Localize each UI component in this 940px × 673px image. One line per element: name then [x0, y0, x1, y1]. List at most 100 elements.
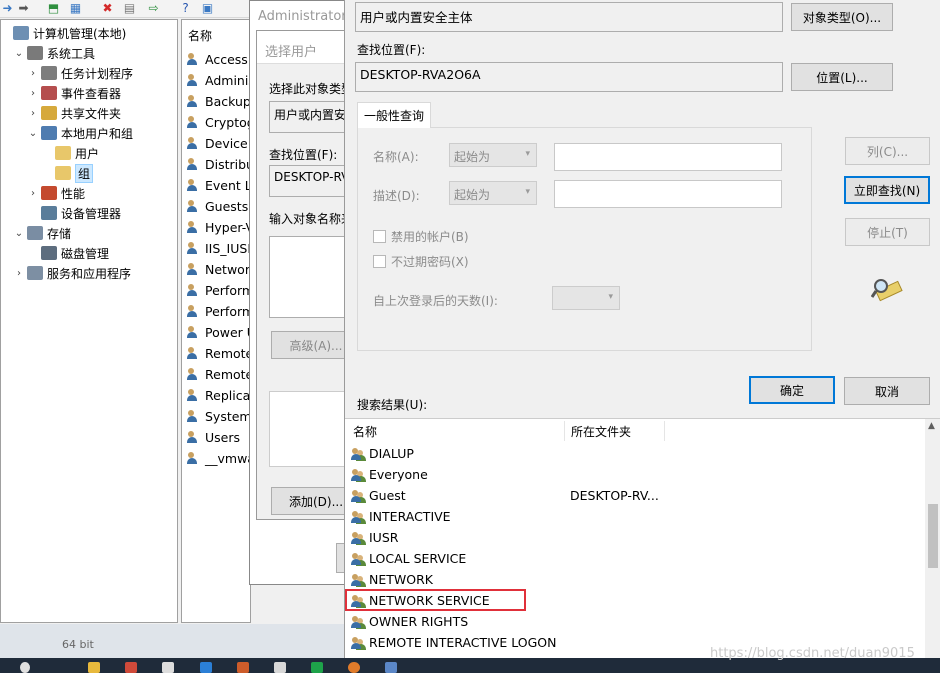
- group-row[interactable]: Backup: [187, 91, 250, 111]
- group-row[interactable]: Access: [187, 49, 248, 69]
- result-row[interactable]: LOCAL SERVICE: [351, 548, 466, 569]
- group-row[interactable]: Networ: [187, 259, 250, 279]
- tree-item[interactable]: 磁盘管理: [27, 243, 109, 263]
- highlight-box: [345, 589, 526, 611]
- edge-icon[interactable]: [200, 662, 212, 673]
- tree-item[interactable]: 组: [41, 163, 94, 183]
- result-row[interactable]: DIALUP: [351, 443, 414, 464]
- group-row[interactable]: Remote: [187, 343, 250, 363]
- delete-icon[interactable]: ✖: [100, 1, 115, 15]
- result-row[interactable]: OWNER RIGHTS: [351, 611, 468, 632]
- help-icon[interactable]: ?: [178, 1, 193, 15]
- expand-chevron-icon[interactable]: ›: [13, 268, 25, 279]
- result-row[interactable]: Everyone: [351, 464, 428, 485]
- column-separator[interactable]: [564, 421, 565, 441]
- group-row[interactable]: Perform: [187, 280, 250, 300]
- group-row[interactable]: Guests: [187, 196, 248, 216]
- result-row[interactable]: INTERACTIVE: [351, 506, 451, 527]
- tree-item[interactable]: 用户: [41, 143, 99, 163]
- results-scrollbar[interactable]: ▲: [925, 419, 940, 658]
- group-row[interactable]: Remote: [187, 364, 250, 384]
- chrome-icon[interactable]: [348, 662, 360, 673]
- app3-icon[interactable]: [274, 662, 286, 673]
- name-condition-select[interactable]: 起始为 ▾: [449, 143, 537, 167]
- group-row[interactable]: System: [187, 406, 250, 426]
- names-textarea[interactable]: [269, 236, 355, 318]
- search-icon[interactable]: [20, 662, 30, 673]
- group-name: Hyper-V: [205, 219, 251, 235]
- app-icon[interactable]: [125, 662, 137, 673]
- column-separator[interactable]: [664, 421, 665, 441]
- app2-icon[interactable]: [237, 662, 249, 673]
- expand-chevron-icon[interactable]: ⌄: [13, 228, 25, 239]
- tree-item[interactable]: ⌄ 存储: [13, 223, 71, 243]
- file-explorer-icon[interactable]: [88, 662, 100, 673]
- mgmt-task-icon[interactable]: [385, 662, 397, 673]
- store-icon[interactable]: [162, 662, 174, 673]
- disabled-accounts-checkbox[interactable]: 禁用的帐户(B): [373, 228, 469, 245]
- expand-chevron-icon[interactable]: ›: [27, 88, 39, 99]
- selected-members-list[interactable]: [269, 391, 355, 467]
- object-types-button[interactable]: 对象类型(O)...: [791, 3, 893, 31]
- result-row[interactable]: IUSR: [351, 527, 398, 548]
- expand-chevron-icon[interactable]: ›: [27, 68, 39, 79]
- export-icon[interactable]: ⇨: [146, 1, 161, 15]
- expand-chevron-icon[interactable]: ⌄: [13, 48, 25, 59]
- result-row[interactable]: NETWORK: [351, 569, 433, 590]
- expand-chevron-icon[interactable]: ⌄: [27, 128, 39, 139]
- group-name: Perform: [205, 303, 251, 319]
- group-row[interactable]: Power U: [187, 322, 250, 342]
- forward-arrow-icon[interactable]: ➡: [16, 1, 31, 15]
- result-row[interactable]: REMOTE INTERACTIVE LOGON: [351, 632, 557, 653]
- expand-chevron-icon[interactable]: ›: [27, 108, 39, 119]
- group-row[interactable]: Event Lo: [187, 175, 250, 195]
- locations-button[interactable]: 位置(L)...: [791, 63, 893, 91]
- stop-button[interactable]: 停止(T): [845, 218, 930, 246]
- description-condition-select[interactable]: 起始为 ▾: [449, 181, 537, 205]
- tree-item[interactable]: › 服务和应用程序: [13, 263, 131, 283]
- group-row[interactable]: Replicat: [187, 385, 250, 405]
- result-row[interactable]: Guest DESKTOP-RV...: [351, 485, 659, 506]
- group-row[interactable]: Users: [187, 427, 240, 447]
- group-row[interactable]: Cryptog: [187, 112, 250, 132]
- group-row[interactable]: __vmwa: [187, 448, 250, 468]
- tree-item[interactable]: ⌄ 系统工具: [13, 43, 95, 63]
- group-row[interactable]: Administ: [187, 70, 250, 90]
- tree-item[interactable]: › 共享文件夹: [27, 103, 121, 123]
- tree-item[interactable]: › 事件查看器: [27, 83, 121, 103]
- tree-item[interactable]: 计算机管理(本地): [0, 23, 126, 43]
- tab-common-queries[interactable]: 一般性查询: [357, 102, 431, 128]
- search-results-list[interactable]: 名称 所在文件夹 DIALUP Everyone Guest DESKTOP-RV..…: [345, 418, 940, 658]
- group-list-header[interactable]: 名称: [188, 27, 212, 44]
- app4-icon[interactable]: [311, 662, 323, 673]
- up-folder-icon[interactable]: ⬒: [46, 1, 61, 15]
- find-now-button[interactable]: 立即查找(N): [844, 176, 930, 204]
- description-input[interactable]: [554, 180, 782, 208]
- days-since-logon-select[interactable]: ▾: [552, 286, 620, 310]
- tree-item[interactable]: › 性能: [27, 183, 85, 203]
- view-icon[interactable]: ▣: [200, 1, 215, 15]
- name-input[interactable]: [554, 143, 782, 171]
- non-expiring-password-checkbox[interactable]: 不过期密码(X): [373, 253, 469, 270]
- expand-chevron-icon[interactable]: ›: [27, 188, 39, 199]
- cancel-button[interactable]: 取消: [844, 377, 930, 405]
- columns-button[interactable]: 列(C)...: [845, 137, 930, 165]
- group-list: 名称 Access Administ Backup Cryptog Device Dist…: [181, 19, 251, 623]
- show-hide-tree-icon[interactable]: ▦: [68, 1, 83, 15]
- group-row[interactable]: Device: [187, 133, 248, 153]
- group-row[interactable]: Hyper-V: [187, 217, 251, 237]
- tree-item[interactable]: › 任务计划程序: [27, 63, 133, 83]
- group-row[interactable]: Perform: [187, 301, 251, 321]
- tree-item[interactable]: ⌄ 本地用户和组: [27, 123, 133, 143]
- properties-icon[interactable]: ▤: [122, 1, 137, 15]
- group-row[interactable]: Distribu: [187, 154, 250, 174]
- column-header-folder[interactable]: 所在文件夹: [571, 423, 631, 440]
- scroll-up-icon[interactable]: ▲: [928, 421, 935, 431]
- ok-button[interactable]: 确定: [749, 376, 835, 404]
- group-row[interactable]: IIS_IUSR: [187, 238, 250, 258]
- back-arrow-icon[interactable]: ➜: [0, 1, 15, 15]
- adv-location-value: DESKTOP-RVA2O6A: [355, 62, 783, 92]
- scroll-thumb[interactable]: [928, 504, 938, 568]
- column-header-name[interactable]: 名称: [353, 423, 377, 440]
- tree-item[interactable]: 设备管理器: [27, 203, 121, 223]
